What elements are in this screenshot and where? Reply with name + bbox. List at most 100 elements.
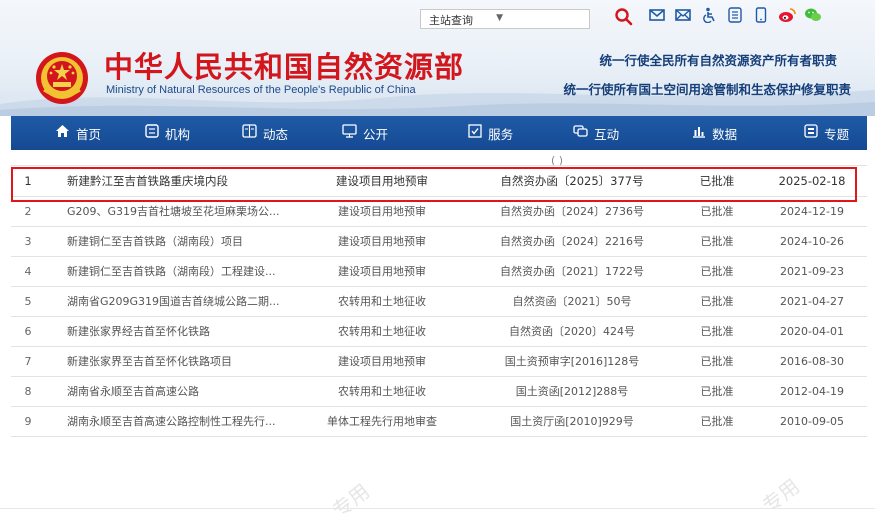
project-name[interactable]: 新建铜仁至吉首铁路（湖南段）项目: [45, 226, 297, 257]
project-name[interactable]: 新建张家界至吉首至怀化铁路项目: [45, 346, 297, 377]
project-name[interactable]: 新建黔江至吉首铁路重庆境内段: [45, 166, 297, 197]
approval-type: 单体工程先行用地审查: [297, 406, 467, 437]
top-icon-bar: [648, 6, 822, 24]
site-search-select-label: 主站查询: [429, 14, 473, 27]
email-icon[interactable]: [648, 6, 666, 24]
project-name[interactable]: G209、G319吉首社塘坡至花垣麻栗场公...: [45, 196, 297, 227]
weibo-icon[interactable]: [778, 6, 796, 24]
row-number: 7: [11, 346, 45, 377]
document-number: 自然资函〔2021〕50号: [467, 286, 677, 317]
project-name[interactable]: 新建铜仁至吉首铁路（湖南段）工程建设...: [45, 256, 297, 287]
footer-divider: [0, 508, 875, 509]
approval-status: 已批准: [677, 286, 757, 317]
approval-type: 建设项目用地预审: [297, 166, 467, 197]
row-number: 3: [11, 226, 45, 257]
row-number: 8: [11, 376, 45, 407]
approval-type: 农转用和土地征收: [297, 316, 467, 347]
approval-type: 建设项目用地预审: [297, 346, 467, 377]
table-row[interactable]: 3 新建铜仁至吉首铁路（湖南段）项目 建设项目用地预审 自然资办函〔2024〕2216…: [11, 226, 867, 257]
table-row[interactable]: 7 新建张家界至吉首至怀化铁路项目 建设项目用地预审 国土资预审字[2016]128号…: [11, 346, 867, 377]
institution-icon: [145, 124, 159, 142]
app-icon[interactable]: [726, 6, 744, 24]
table-row[interactable]: 6 新建张家界经吉首至怀化铁路 农转用和土地征收 自然资函〔2020〕424号 已批准 2…: [11, 316, 867, 347]
nav-item-label: 机构: [165, 126, 191, 142]
document-number: 国土资函[2012]288号: [467, 376, 677, 407]
nav-item-institution[interactable]: 机构: [145, 116, 190, 150]
approval-status: 已批准: [677, 166, 757, 197]
approval-status: 已批准: [677, 316, 757, 347]
row-number: 1: [11, 166, 45, 197]
site-title-english: Ministry of Natural Resources of the Peo…: [106, 84, 416, 96]
table-row[interactable]: 5 湖南省G209G319国道吉首绕城公路二期... 农转用和土地征收 自然资函〔20…: [11, 286, 867, 317]
approval-type: 农转用和土地征收: [297, 286, 467, 317]
wechat-icon[interactable]: [804, 6, 822, 24]
row-number: 4: [11, 256, 45, 287]
approval-type: 建设项目用地预审: [297, 256, 467, 287]
document-number: 自然资办函〔2025〕377号: [467, 166, 677, 197]
site-search-select[interactable]: 主站查询 ▼: [420, 9, 590, 29]
nav-item-label: 专题: [824, 126, 850, 142]
nav-item-news[interactable]: 动态: [242, 116, 288, 150]
project-name[interactable]: 湖南省永顺至吉首高速公路: [45, 376, 297, 407]
table-row[interactable]: 8 湖南省永顺至吉首高速公路 农转用和土地征收 国土资函[2012]288号 已批准 20…: [11, 376, 867, 407]
search-icon[interactable]: [614, 7, 634, 27]
approval-status: 已批准: [677, 256, 757, 287]
approval-status: 已批准: [677, 226, 757, 257]
document-number: 国土资厅函[2010]929号: [467, 406, 677, 437]
table-row[interactable]: 4 新建铜仁至吉首铁路（湖南段）工程建设... 建设项目用地预审 自然资办函〔2021…: [11, 256, 867, 287]
email-alt-icon[interactable]: [674, 6, 692, 24]
table-row[interactable]: 1 新建黔江至吉首铁路重庆境内段 建设项目用地预审 自然资办函〔2025〕377号 已批…: [11, 166, 867, 197]
approval-date: 2024-12-19: [757, 196, 867, 227]
project-name[interactable]: 新建张家界经吉首至怀化铁路: [45, 316, 297, 347]
approval-date: 2020-04-01: [757, 316, 867, 347]
project-name[interactable]: 湖南省G209G319国道吉首绕城公路二期...: [45, 286, 297, 317]
approval-date: 2010-09-05: [757, 406, 867, 437]
watermark: 专用: [327, 478, 375, 520]
page: 主站查询 ▼ 中华人民共和国自然资源部 Ministry of Natural …: [0, 0, 875, 520]
approval-date: 2021-04-27: [757, 286, 867, 317]
news-icon: [242, 124, 257, 142]
nav-item-service[interactable]: 服务: [468, 116, 513, 150]
nav-item-label: 公开: [363, 126, 389, 142]
approval-date: 2016-08-30: [757, 346, 867, 377]
data-icon: [692, 124, 706, 142]
home-icon: [55, 124, 70, 142]
nav-item-interaction[interactable]: 互动: [573, 116, 619, 150]
nav-item-disclosure[interactable]: 公开: [342, 116, 388, 150]
nav-item-label: 互动: [594, 126, 620, 142]
nav-item-label: 数据: [712, 126, 738, 142]
nav-item-data[interactable]: 数据: [692, 116, 737, 150]
table-row[interactable]: 2 G209、G319吉首社塘坡至花垣麻栗场公... 建设项目用地预审 自然资办函〔2…: [11, 196, 867, 227]
document-number: 国土资预审字[2016]128号: [467, 346, 677, 377]
row-number: 2: [11, 196, 45, 227]
site-title-chinese: 中华人民共和国自然资源部: [104, 50, 465, 84]
disclosure-icon: [342, 124, 357, 142]
nav-item-topic[interactable]: 专题: [804, 116, 849, 150]
mobile-icon[interactable]: [752, 6, 770, 24]
results-table: 1 新建黔江至吉首铁路重庆境内段 建设项目用地预审 自然资办函〔2025〕377号 已批…: [11, 166, 867, 437]
table-row-partial: ( ): [11, 150, 867, 166]
approval-status: 已批准: [677, 346, 757, 377]
project-name[interactable]: 湖南永顺至吉首高速公路控制性工程先行...: [45, 406, 297, 437]
nav-item-home[interactable]: 首页: [55, 116, 101, 150]
nav-item-label: 服务: [488, 126, 514, 142]
accessibility-icon[interactable]: [700, 6, 718, 24]
row-number: 5: [11, 286, 45, 317]
slogan-line-1: 统一行使全民所有自然资源资产所有者职责: [599, 53, 837, 68]
interaction-icon: [573, 124, 588, 142]
approval-date: 2024-10-26: [757, 226, 867, 257]
document-number: 自然资办函〔2024〕2216号: [467, 226, 677, 257]
watermark: 专用: [757, 473, 805, 518]
approval-date: 2021-09-23: [757, 256, 867, 287]
slogan-line-2: 统一行使所有国土空间用途管制和生态保护修复职责: [563, 82, 851, 97]
approval-type: 建设项目用地预审: [297, 226, 467, 257]
approval-date: 2025-02-18: [757, 166, 867, 197]
nav-item-label: 首页: [76, 126, 102, 142]
table-row[interactable]: 9 湖南永顺至吉首高速公路控制性工程先行... 单体工程先行用地审查 国土资厅函[20…: [11, 406, 867, 437]
chevron-down-icon: ▼: [496, 13, 503, 23]
approval-status: 已批准: [677, 376, 757, 407]
service-icon: [468, 124, 482, 142]
national-emblem-logo: [36, 52, 88, 104]
approval-date: 2012-04-19: [757, 376, 867, 407]
row-number: 9: [11, 406, 45, 437]
